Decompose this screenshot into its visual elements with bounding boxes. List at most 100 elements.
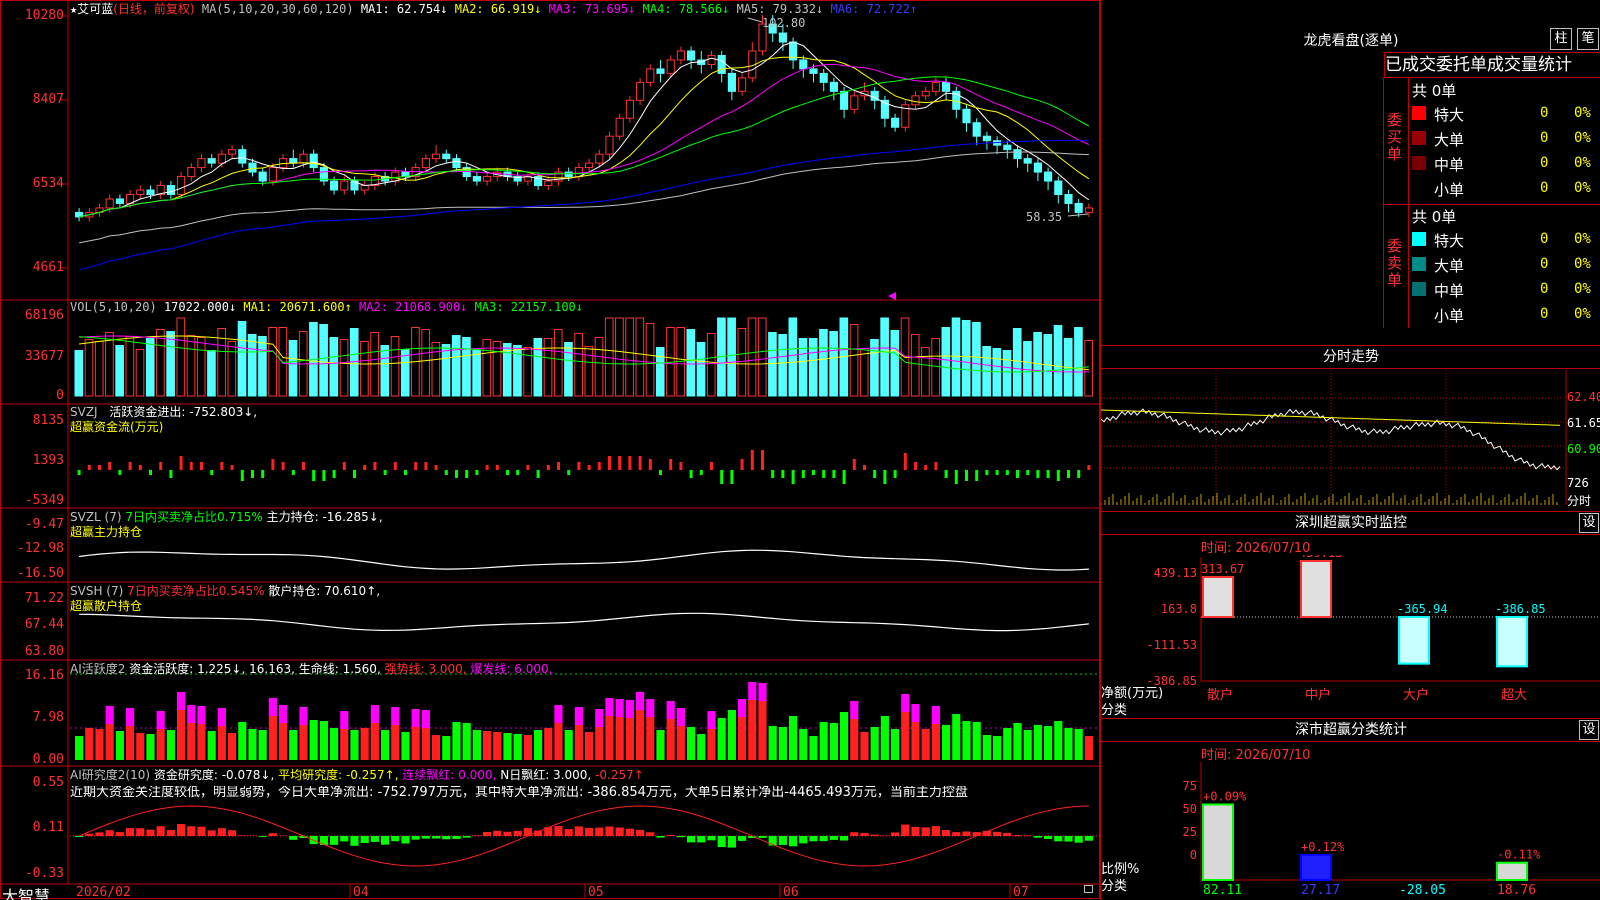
activity-bar [177,710,186,760]
monitor-category: 大户 [1403,687,1429,703]
volume-bar [1084,340,1093,397]
bar-mode-button[interactable]: 柱 [1550,28,1572,50]
monitor-settings-button[interactable]: 设 [1579,513,1599,533]
activity-bar-hot [625,700,634,718]
research-bar-pos [850,832,859,836]
candle-body [707,54,716,65]
lock-icon[interactable] [1084,885,1093,893]
order-pct: 0% [1574,105,1591,121]
order-row: 小单 0 0% [1410,177,1600,201]
order-stats-tab[interactable]: 已成交委托单成交量统计 [1384,52,1600,78]
flow-bar-out [1067,470,1070,478]
research-bar-pos [595,827,604,836]
candle-body [197,158,206,169]
activity-bar [75,736,84,760]
sell-orders-label: 委卖单 [1387,237,1403,289]
research-bar-neg [1033,836,1042,838]
high-price-label: 102.80 [762,16,805,30]
color-swatch [1412,232,1426,246]
flow-bar-in [424,462,428,470]
activity-bar-hot [126,708,135,726]
activity-bar-hot [666,701,675,719]
ai1-burst: 爆发线: 6.000, [470,662,553,676]
candle-body [289,158,298,164]
activity-bar-hot [748,682,757,700]
flow-bar-out [240,470,244,481]
volume-bar [696,342,706,397]
svzl-axis-label: -9.47 [24,517,64,532]
activity-bar [1023,730,1032,760]
flow-bar-out [383,470,387,475]
volume-bar [645,323,655,397]
order-table: 委买单 委卖单 共 0单 共 0单 特大 0 0% 大单 0 0% 中单 0 0% 小单 0 0% 特… [1383,78,1600,328]
volume-bar [921,347,930,397]
volume-bar [686,329,696,397]
order-size-label: 特大 [1434,106,1465,124]
flow-bar-in [108,462,112,470]
volume-bar [747,317,757,397]
ai2-axis-label: -0.33 [24,866,64,881]
order-size-label: 中单 [1434,156,1465,174]
flow-bar-out [1026,470,1030,475]
monitor-axis-label: -111.53 [1146,638,1197,652]
flow-bar-in [761,450,764,470]
classify-settings-button[interactable]: 设 [1579,720,1599,740]
flow-bar-in [159,462,163,470]
volume-bar [125,336,135,397]
svsh-label: SVSH (7) [70,584,124,598]
research-bar-pos [238,835,247,836]
candle-body [717,54,726,74]
order-count: 0 [1540,256,1549,272]
research-bar-pos [503,831,512,836]
flow-bar-in [648,459,652,470]
activity-bar [238,722,247,760]
volume-ma3: MA3: 22157.100↓ [474,300,584,314]
activity-bar [1054,721,1063,760]
activity-bar [299,725,308,760]
activity-bar [972,722,981,760]
monitor-bar [1496,616,1528,668]
volume-bar [757,317,767,397]
ai1-header: AI活跃度2 资金活跃度: 1.225↓, 16.163, 生命线: 1.560… [70,662,552,676]
volume-bar [961,320,971,397]
ai2-comment: 近期大资金关注度较低，明显弱势，今日大单净流出: -752.797万元，其中特大… [70,786,968,800]
date-tick: 2026/02 [76,885,131,900]
ma1-value: MA1: 62.754↓ [360,2,448,16]
monitor-time: 时间: 2026/07/10 [1201,541,1311,556]
candle-body [840,90,849,110]
candle-body [177,176,186,195]
tick-mode-button[interactable]: 笔 [1577,28,1599,50]
volume-bar [1023,341,1032,397]
intraday-chart[interactable] [1101,370,1600,510]
svzl-header: SVZL (7) 7日内买卖净占比0.715% 主力持仓: -16.285↓, [70,510,383,524]
activity-bar [115,731,124,760]
order-row: 中单 0 0% [1410,278,1600,302]
research-bar-neg [442,836,451,840]
flow-bar-out [954,470,958,484]
classify-pct: +0.09% [1203,789,1247,803]
flow-bar-out [944,470,948,478]
research-bar-pos [105,830,114,836]
classify-value: 82.11 [1203,883,1242,898]
research-bar-pos [666,834,675,836]
flow-bar-out [1046,470,1050,478]
volume-bar [931,338,940,397]
research-bar-neg [799,836,808,844]
kline-chart-area[interactable]: 102.80 58.35 [0,0,1100,900]
classify-axis-label: 25 [1182,825,1197,839]
svsh-axis-label: 67.44 [24,617,64,632]
flow-bar-out [771,470,775,478]
volume-bar [819,329,828,397]
activity-bar-hot [615,699,624,717]
candle-body [207,158,216,164]
candle-body [146,189,155,195]
research-bar-pos [585,827,594,836]
order-size-label: 小单 [1434,181,1465,199]
candle-body [432,153,441,160]
activity-bar [748,700,757,760]
activity-bar [952,714,961,760]
candle-body [1064,193,1073,204]
candle-body [1033,162,1042,173]
candle-body [166,185,175,195]
volume-bar [462,337,471,397]
